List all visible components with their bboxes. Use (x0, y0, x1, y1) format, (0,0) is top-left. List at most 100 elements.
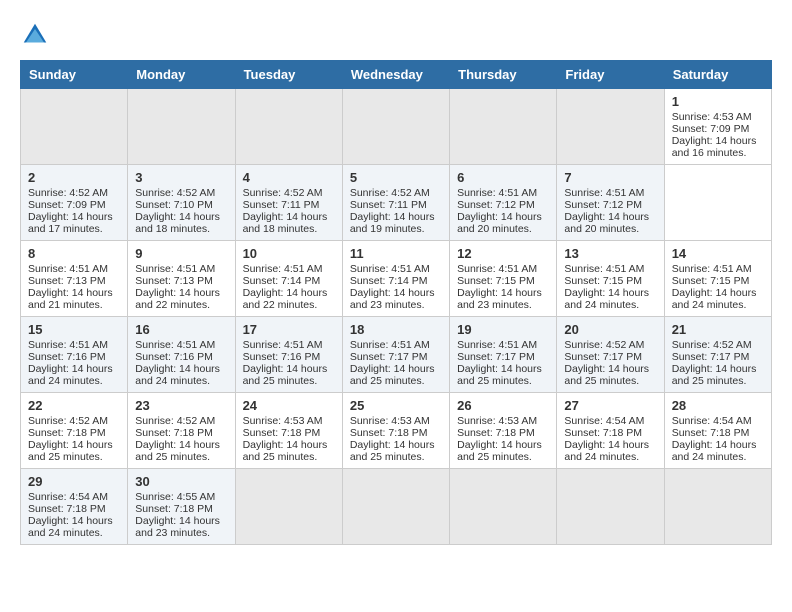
sunrise: Sunrise: 4:51 AM (243, 263, 323, 275)
sunrise: Sunrise: 4:51 AM (350, 339, 430, 351)
day-number: 26 (457, 398, 549, 413)
day-number: 1 (672, 94, 764, 109)
daylight: Daylight: 14 hours and 21 minutes. (28, 287, 113, 311)
calendar-table: SundayMondayTuesdayWednesdayThursdayFrid… (20, 60, 772, 545)
sunset: Sunset: 7:13 PM (28, 275, 106, 287)
daylight: Daylight: 14 hours and 25 minutes. (350, 363, 435, 387)
daylight: Daylight: 14 hours and 25 minutes. (564, 363, 649, 387)
sunset: Sunset: 7:12 PM (457, 199, 535, 211)
empty-cell (557, 469, 664, 545)
sunrise: Sunrise: 4:51 AM (672, 263, 752, 275)
day-number: 14 (672, 246, 764, 261)
sunset: Sunset: 7:14 PM (350, 275, 428, 287)
calendar-week-5: 29 Sunrise: 4:54 AM Sunset: 7:18 PM Dayl… (21, 469, 772, 545)
empty-cell (450, 89, 557, 165)
daylight: Daylight: 14 hours and 16 minutes. (672, 135, 757, 159)
daylight: Daylight: 14 hours and 22 minutes. (243, 287, 328, 311)
sunset: Sunset: 7:17 PM (350, 351, 428, 363)
sunset: Sunset: 7:16 PM (28, 351, 106, 363)
sunset: Sunset: 7:15 PM (564, 275, 642, 287)
calendar-cell-day-8: 8 Sunrise: 4:51 AM Sunset: 7:13 PM Dayli… (21, 241, 128, 317)
sunset: Sunset: 7:09 PM (28, 199, 106, 211)
calendar-cell-day-23: 23 Sunrise: 4:52 AM Sunset: 7:18 PM Dayl… (128, 393, 235, 469)
calendar-cell-day-10: 10 Sunrise: 4:51 AM Sunset: 7:14 PM Dayl… (235, 241, 342, 317)
daylight: Daylight: 14 hours and 25 minutes. (135, 439, 220, 463)
sunrise: Sunrise: 4:51 AM (135, 263, 215, 275)
sunset: Sunset: 7:16 PM (135, 351, 213, 363)
calendar-cell-day-20: 20 Sunrise: 4:52 AM Sunset: 7:17 PM Dayl… (557, 317, 664, 393)
empty-cell (235, 469, 342, 545)
calendar-header-row: SundayMondayTuesdayWednesdayThursdayFrid… (21, 61, 772, 89)
day-number: 5 (350, 170, 442, 185)
calendar-week-2: 8 Sunrise: 4:51 AM Sunset: 7:13 PM Dayli… (21, 241, 772, 317)
day-number: 21 (672, 322, 764, 337)
day-number: 23 (135, 398, 227, 413)
daylight: Daylight: 14 hours and 25 minutes. (457, 439, 542, 463)
daylight: Daylight: 14 hours and 25 minutes. (243, 439, 328, 463)
daylight: Daylight: 14 hours and 24 minutes. (672, 439, 757, 463)
calendar-week-1: 2 Sunrise: 4:52 AM Sunset: 7:09 PM Dayli… (21, 165, 772, 241)
sunrise: Sunrise: 4:54 AM (28, 491, 108, 503)
sunrise: Sunrise: 4:51 AM (564, 187, 644, 199)
sunset: Sunset: 7:17 PM (457, 351, 535, 363)
calendar-cell-day-1: 1 Sunrise: 4:53 AM Sunset: 7:09 PM Dayli… (664, 89, 771, 165)
daylight: Daylight: 14 hours and 18 minutes. (243, 211, 328, 235)
day-number: 25 (350, 398, 442, 413)
logo (20, 20, 54, 50)
daylight: Daylight: 14 hours and 24 minutes. (135, 363, 220, 387)
day-number: 4 (243, 170, 335, 185)
day-number: 12 (457, 246, 549, 261)
calendar-cell-day-9: 9 Sunrise: 4:51 AM Sunset: 7:13 PM Dayli… (128, 241, 235, 317)
sunrise: Sunrise: 4:52 AM (243, 187, 323, 199)
empty-cell (450, 469, 557, 545)
daylight: Daylight: 14 hours and 24 minutes. (564, 287, 649, 311)
day-number: 7 (564, 170, 656, 185)
sunrise: Sunrise: 4:52 AM (350, 187, 430, 199)
day-number: 8 (28, 246, 120, 261)
sunrise: Sunrise: 4:52 AM (135, 415, 215, 427)
daylight: Daylight: 14 hours and 17 minutes. (28, 211, 113, 235)
day-number: 2 (28, 170, 120, 185)
empty-cell (128, 89, 235, 165)
sunrise: Sunrise: 4:53 AM (457, 415, 537, 427)
calendar-cell-day-27: 27 Sunrise: 4:54 AM Sunset: 7:18 PM Dayl… (557, 393, 664, 469)
sunrise: Sunrise: 4:55 AM (135, 491, 215, 503)
daylight: Daylight: 14 hours and 25 minutes. (457, 363, 542, 387)
calendar-cell-day-5: 5 Sunrise: 4:52 AM Sunset: 7:11 PM Dayli… (342, 165, 449, 241)
daylight: Daylight: 14 hours and 25 minutes. (243, 363, 328, 387)
sunrise: Sunrise: 4:52 AM (28, 187, 108, 199)
calendar-cell-day-21: 21 Sunrise: 4:52 AM Sunset: 7:17 PM Dayl… (664, 317, 771, 393)
column-header-sunday: Sunday (21, 61, 128, 89)
calendar-cell-day-11: 11 Sunrise: 4:51 AM Sunset: 7:14 PM Dayl… (342, 241, 449, 317)
daylight: Daylight: 14 hours and 24 minutes. (564, 439, 649, 463)
empty-cell (664, 469, 771, 545)
daylight: Daylight: 14 hours and 25 minutes. (672, 363, 757, 387)
column-header-saturday: Saturday (664, 61, 771, 89)
sunset: Sunset: 7:18 PM (564, 427, 642, 439)
daylight: Daylight: 14 hours and 23 minutes. (350, 287, 435, 311)
calendar-cell-day-7: 7 Sunrise: 4:51 AM Sunset: 7:12 PM Dayli… (557, 165, 664, 241)
calendar-cell-day-18: 18 Sunrise: 4:51 AM Sunset: 7:17 PM Dayl… (342, 317, 449, 393)
calendar-cell-day-14: 14 Sunrise: 4:51 AM Sunset: 7:15 PM Dayl… (664, 241, 771, 317)
day-number: 22 (28, 398, 120, 413)
sunrise: Sunrise: 4:52 AM (672, 339, 752, 351)
calendar-cell-day-28: 28 Sunrise: 4:54 AM Sunset: 7:18 PM Dayl… (664, 393, 771, 469)
day-number: 15 (28, 322, 120, 337)
calendar-cell-day-3: 3 Sunrise: 4:52 AM Sunset: 7:10 PM Dayli… (128, 165, 235, 241)
day-number: 10 (243, 246, 335, 261)
column-header-friday: Friday (557, 61, 664, 89)
calendar-cell-day-6: 6 Sunrise: 4:51 AM Sunset: 7:12 PM Dayli… (450, 165, 557, 241)
sunrise: Sunrise: 4:52 AM (135, 187, 215, 199)
day-number: 20 (564, 322, 656, 337)
column-header-monday: Monday (128, 61, 235, 89)
daylight: Daylight: 14 hours and 24 minutes. (28, 363, 113, 387)
sunset: Sunset: 7:12 PM (564, 199, 642, 211)
calendar-cell-day-13: 13 Sunrise: 4:51 AM Sunset: 7:15 PM Dayl… (557, 241, 664, 317)
sunrise: Sunrise: 4:51 AM (28, 263, 108, 275)
empty-cell (235, 89, 342, 165)
calendar-cell-day-2: 2 Sunrise: 4:52 AM Sunset: 7:09 PM Dayli… (21, 165, 128, 241)
sunset: Sunset: 7:18 PM (243, 427, 321, 439)
sunrise: Sunrise: 4:51 AM (457, 263, 537, 275)
day-number: 16 (135, 322, 227, 337)
column-header-tuesday: Tuesday (235, 61, 342, 89)
